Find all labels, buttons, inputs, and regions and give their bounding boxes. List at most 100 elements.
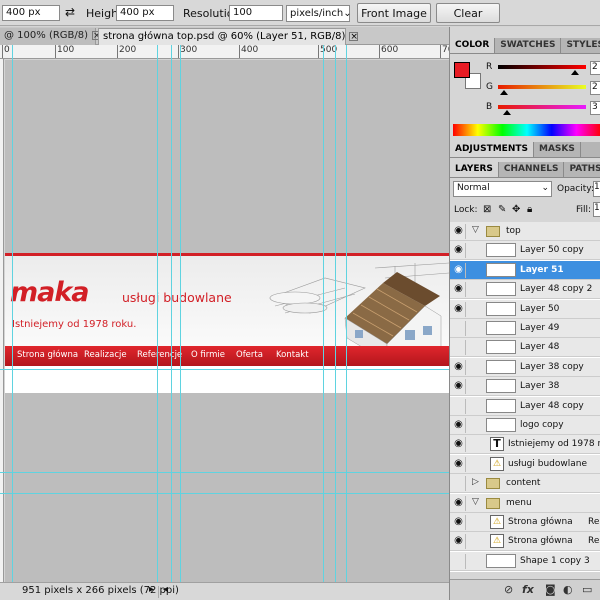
guide-vertical[interactable] xyxy=(180,45,181,582)
hidden-eye-icon[interactable] xyxy=(452,321,466,336)
swap-arrows-icon[interactable]: ⇄ xyxy=(65,5,75,19)
red-value[interactable]: 2 xyxy=(590,61,600,75)
green-slider[interactable]: G 2 xyxy=(486,81,600,96)
tab-styles[interactable]: STYLES xyxy=(561,38,600,53)
eye-icon[interactable]: ◉ xyxy=(452,224,466,239)
adjustment-icon[interactable]: ◐ xyxy=(563,583,573,596)
blue-value[interactable]: 3 xyxy=(590,101,600,115)
link-icon[interactable]: ⊘ xyxy=(504,583,513,596)
layers-list[interactable]: ◉ ▽ top ◉ Layer 50 copy ◉ Layer 51 ◉ Layer 48 co… xyxy=(450,222,600,572)
blue-slider[interactable]: B 3 xyxy=(486,101,600,116)
menu-item-offer[interactable]: Oferta xyxy=(236,350,263,360)
eye-icon[interactable]: ◉ xyxy=(452,379,466,395)
document-image[interactable]: maka usługi budowlane Istniejemy od 1978… xyxy=(5,253,449,393)
fx-icon[interactable]: fx xyxy=(522,583,534,596)
close-icon[interactable]: × xyxy=(349,32,359,42)
width-field[interactable]: 400 px xyxy=(2,5,60,21)
canvas-area[interactable]: maka usługi budowlane Istniejemy od 1978… xyxy=(5,60,449,582)
guide-vertical[interactable] xyxy=(346,45,347,582)
layer-row[interactable]: ◉ Layer 50 xyxy=(450,299,600,319)
mask-icon[interactable]: ◙ xyxy=(545,583,556,596)
guide-vertical[interactable] xyxy=(171,45,172,582)
layer-row[interactable]: ◉ ⚠ usługi budowlane xyxy=(450,454,600,474)
layer-row[interactable]: ◉ T Istniejemy od 1978 ro... xyxy=(450,435,600,455)
horizontal-ruler[interactable]: 0 100 200 300 400 500 600 700 xyxy=(0,45,449,59)
eye-icon[interactable]: ◉ xyxy=(452,456,466,472)
menu-item-home[interactable]: Strona główna xyxy=(17,350,78,360)
layer-row[interactable]: Layer 49 xyxy=(450,319,600,338)
tab-layers[interactable]: LAYERS xyxy=(450,162,499,177)
guide-horizontal[interactable] xyxy=(0,472,449,473)
collapse-triangle-icon[interactable]: ▷ xyxy=(472,477,479,487)
lock-move-icon[interactable]: ✥ xyxy=(512,204,520,215)
layer-row[interactable]: Layer 48 copy xyxy=(450,396,600,416)
height-field[interactable]: 400 px xyxy=(116,5,174,21)
folder-icon[interactable]: ▭ xyxy=(582,583,592,596)
resolution-field[interactable]: 100 xyxy=(229,5,283,21)
guide-vertical[interactable] xyxy=(323,45,324,582)
resolution-unit-select[interactable]: pixels/inch ⌄ xyxy=(286,5,352,22)
eye-icon[interactable]: ◉ xyxy=(452,359,466,375)
eye-icon[interactable]: ◉ xyxy=(452,418,466,433)
red-slider[interactable]: R 2 xyxy=(486,61,600,76)
document-tab-2[interactable]: strona główna top.psd @ 60% (Layer 51, R… xyxy=(98,28,359,45)
guide-vertical[interactable] xyxy=(335,45,336,582)
layer-row[interactable]: ▷ content xyxy=(450,474,600,494)
layer-row[interactable]: ◉ ▽ menu xyxy=(450,493,600,513)
tab-adjustments[interactable]: ADJUSTMENTS xyxy=(450,142,534,157)
guide-vertical[interactable] xyxy=(157,45,158,582)
guide-horizontal[interactable] xyxy=(0,493,449,494)
eye-icon[interactable]: ◉ xyxy=(452,495,466,511)
document-tab-1[interactable]: @ 100% (RGB/8) × xyxy=(0,28,102,45)
expand-triangle-icon[interactable]: ▽ xyxy=(472,225,479,235)
vertical-ruler[interactable] xyxy=(0,59,4,582)
guide-horizontal[interactable] xyxy=(0,369,449,370)
hidden-eye-icon[interactable] xyxy=(452,398,466,414)
horizontal-scrollbar[interactable] xyxy=(158,586,449,598)
eye-icon[interactable]: ◉ xyxy=(452,301,466,317)
menu-item-about[interactable]: O firmie xyxy=(191,350,225,360)
front-image-button[interactable]: Front Image xyxy=(357,3,431,23)
fill-field[interactable]: 1 xyxy=(593,202,600,217)
color-spectrum-ramp[interactable] xyxy=(453,124,600,136)
eye-icon[interactable]: ◉ xyxy=(452,534,466,550)
eye-icon[interactable]: ◉ xyxy=(452,282,466,298)
layer-row[interactable]: ◉ ▽ top xyxy=(450,222,600,241)
expand-triangle-icon[interactable]: ▽ xyxy=(472,497,479,507)
tab-masks[interactable]: MASKS xyxy=(534,142,581,157)
tab-swatches[interactable]: SWATCHES xyxy=(495,38,562,53)
layer-row[interactable]: ◉ Layer 51 xyxy=(450,260,600,280)
eye-icon[interactable]: ◉ xyxy=(452,243,466,259)
layer-row[interactable]: ◉ Layer 50 copy xyxy=(450,241,600,261)
tab-color[interactable]: COLOR xyxy=(450,38,496,53)
layer-row[interactable]: ◉ Layer 38 copy xyxy=(450,357,600,377)
tab-channels[interactable]: CHANNELS xyxy=(499,162,565,177)
layer-row[interactable]: ◉ Layer 38 xyxy=(450,377,600,397)
hidden-eye-icon[interactable] xyxy=(452,553,466,569)
layer-row[interactable]: ◉ Layer 48 copy 2 xyxy=(450,280,600,300)
hidden-eye-icon[interactable] xyxy=(452,340,466,356)
green-value[interactable]: 2 xyxy=(590,81,600,95)
layer-row[interactable]: ◉ ⚠ Strona główna Rea xyxy=(450,513,600,532)
menu-item-realizations[interactable]: Realizacje xyxy=(84,350,127,360)
tab-paths[interactable]: PATHS xyxy=(564,162,600,177)
lock-all-icon[interactable]: 🔒︎ xyxy=(527,204,532,215)
layer-row[interactable]: Shape 1 copy 3 xyxy=(450,551,600,571)
hidden-eye-icon[interactable] xyxy=(452,476,466,492)
eye-icon[interactable]: ◉ xyxy=(452,437,466,453)
menu-item-references[interactable]: Referencje xyxy=(137,350,182,360)
layer-row[interactable]: ◉ logo copy xyxy=(450,416,600,435)
eye-icon[interactable]: ◉ xyxy=(452,515,466,530)
menu-item-contact[interactable]: Kontakt xyxy=(276,350,309,360)
lock-transparent-icon[interactable]: ⊠ xyxy=(483,204,491,215)
foreground-color-swatch[interactable] xyxy=(454,62,470,78)
eye-icon[interactable]: ◉ xyxy=(452,262,466,278)
clear-button[interactable]: Clear xyxy=(436,3,500,23)
chevron-right-icon[interactable]: ▸ xyxy=(149,584,154,595)
layer-row[interactable]: ◉ ⚠ Strona główna Rea xyxy=(450,532,600,552)
lock-brush-icon[interactable]: ✎ xyxy=(498,204,506,215)
opacity-field[interactable]: 1 xyxy=(593,181,600,197)
blend-mode-select[interactable]: Normal ⌄ xyxy=(453,181,552,197)
guide-vertical[interactable] xyxy=(12,45,13,582)
layer-row[interactable]: Layer 48 xyxy=(450,338,600,358)
